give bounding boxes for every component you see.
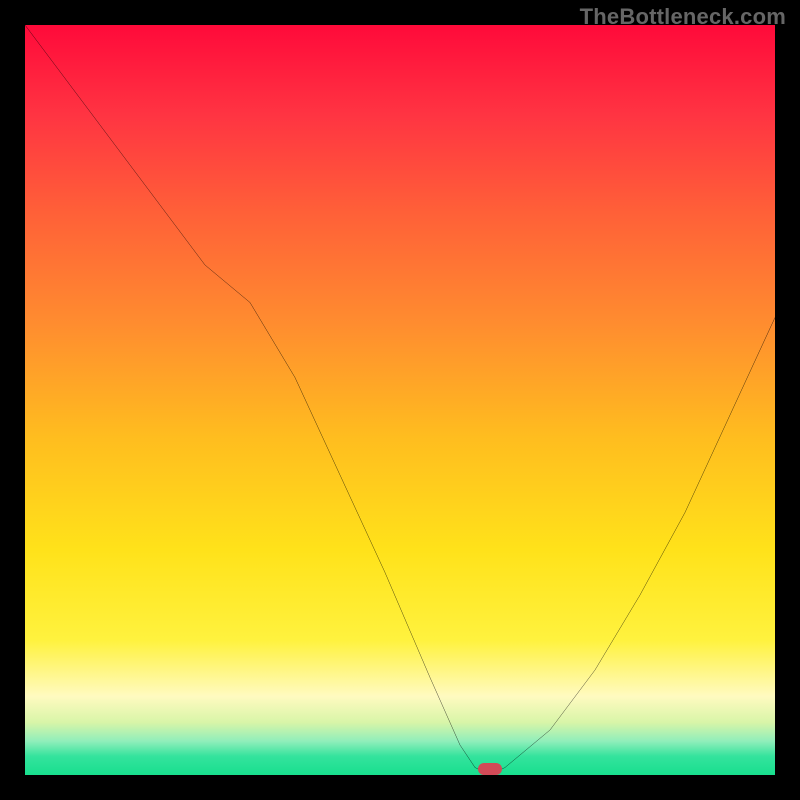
optimum-marker — [478, 763, 502, 775]
chart-frame: TheBottleneck.com — [0, 0, 800, 800]
plot-area — [25, 25, 775, 775]
background-gradient — [25, 25, 775, 775]
